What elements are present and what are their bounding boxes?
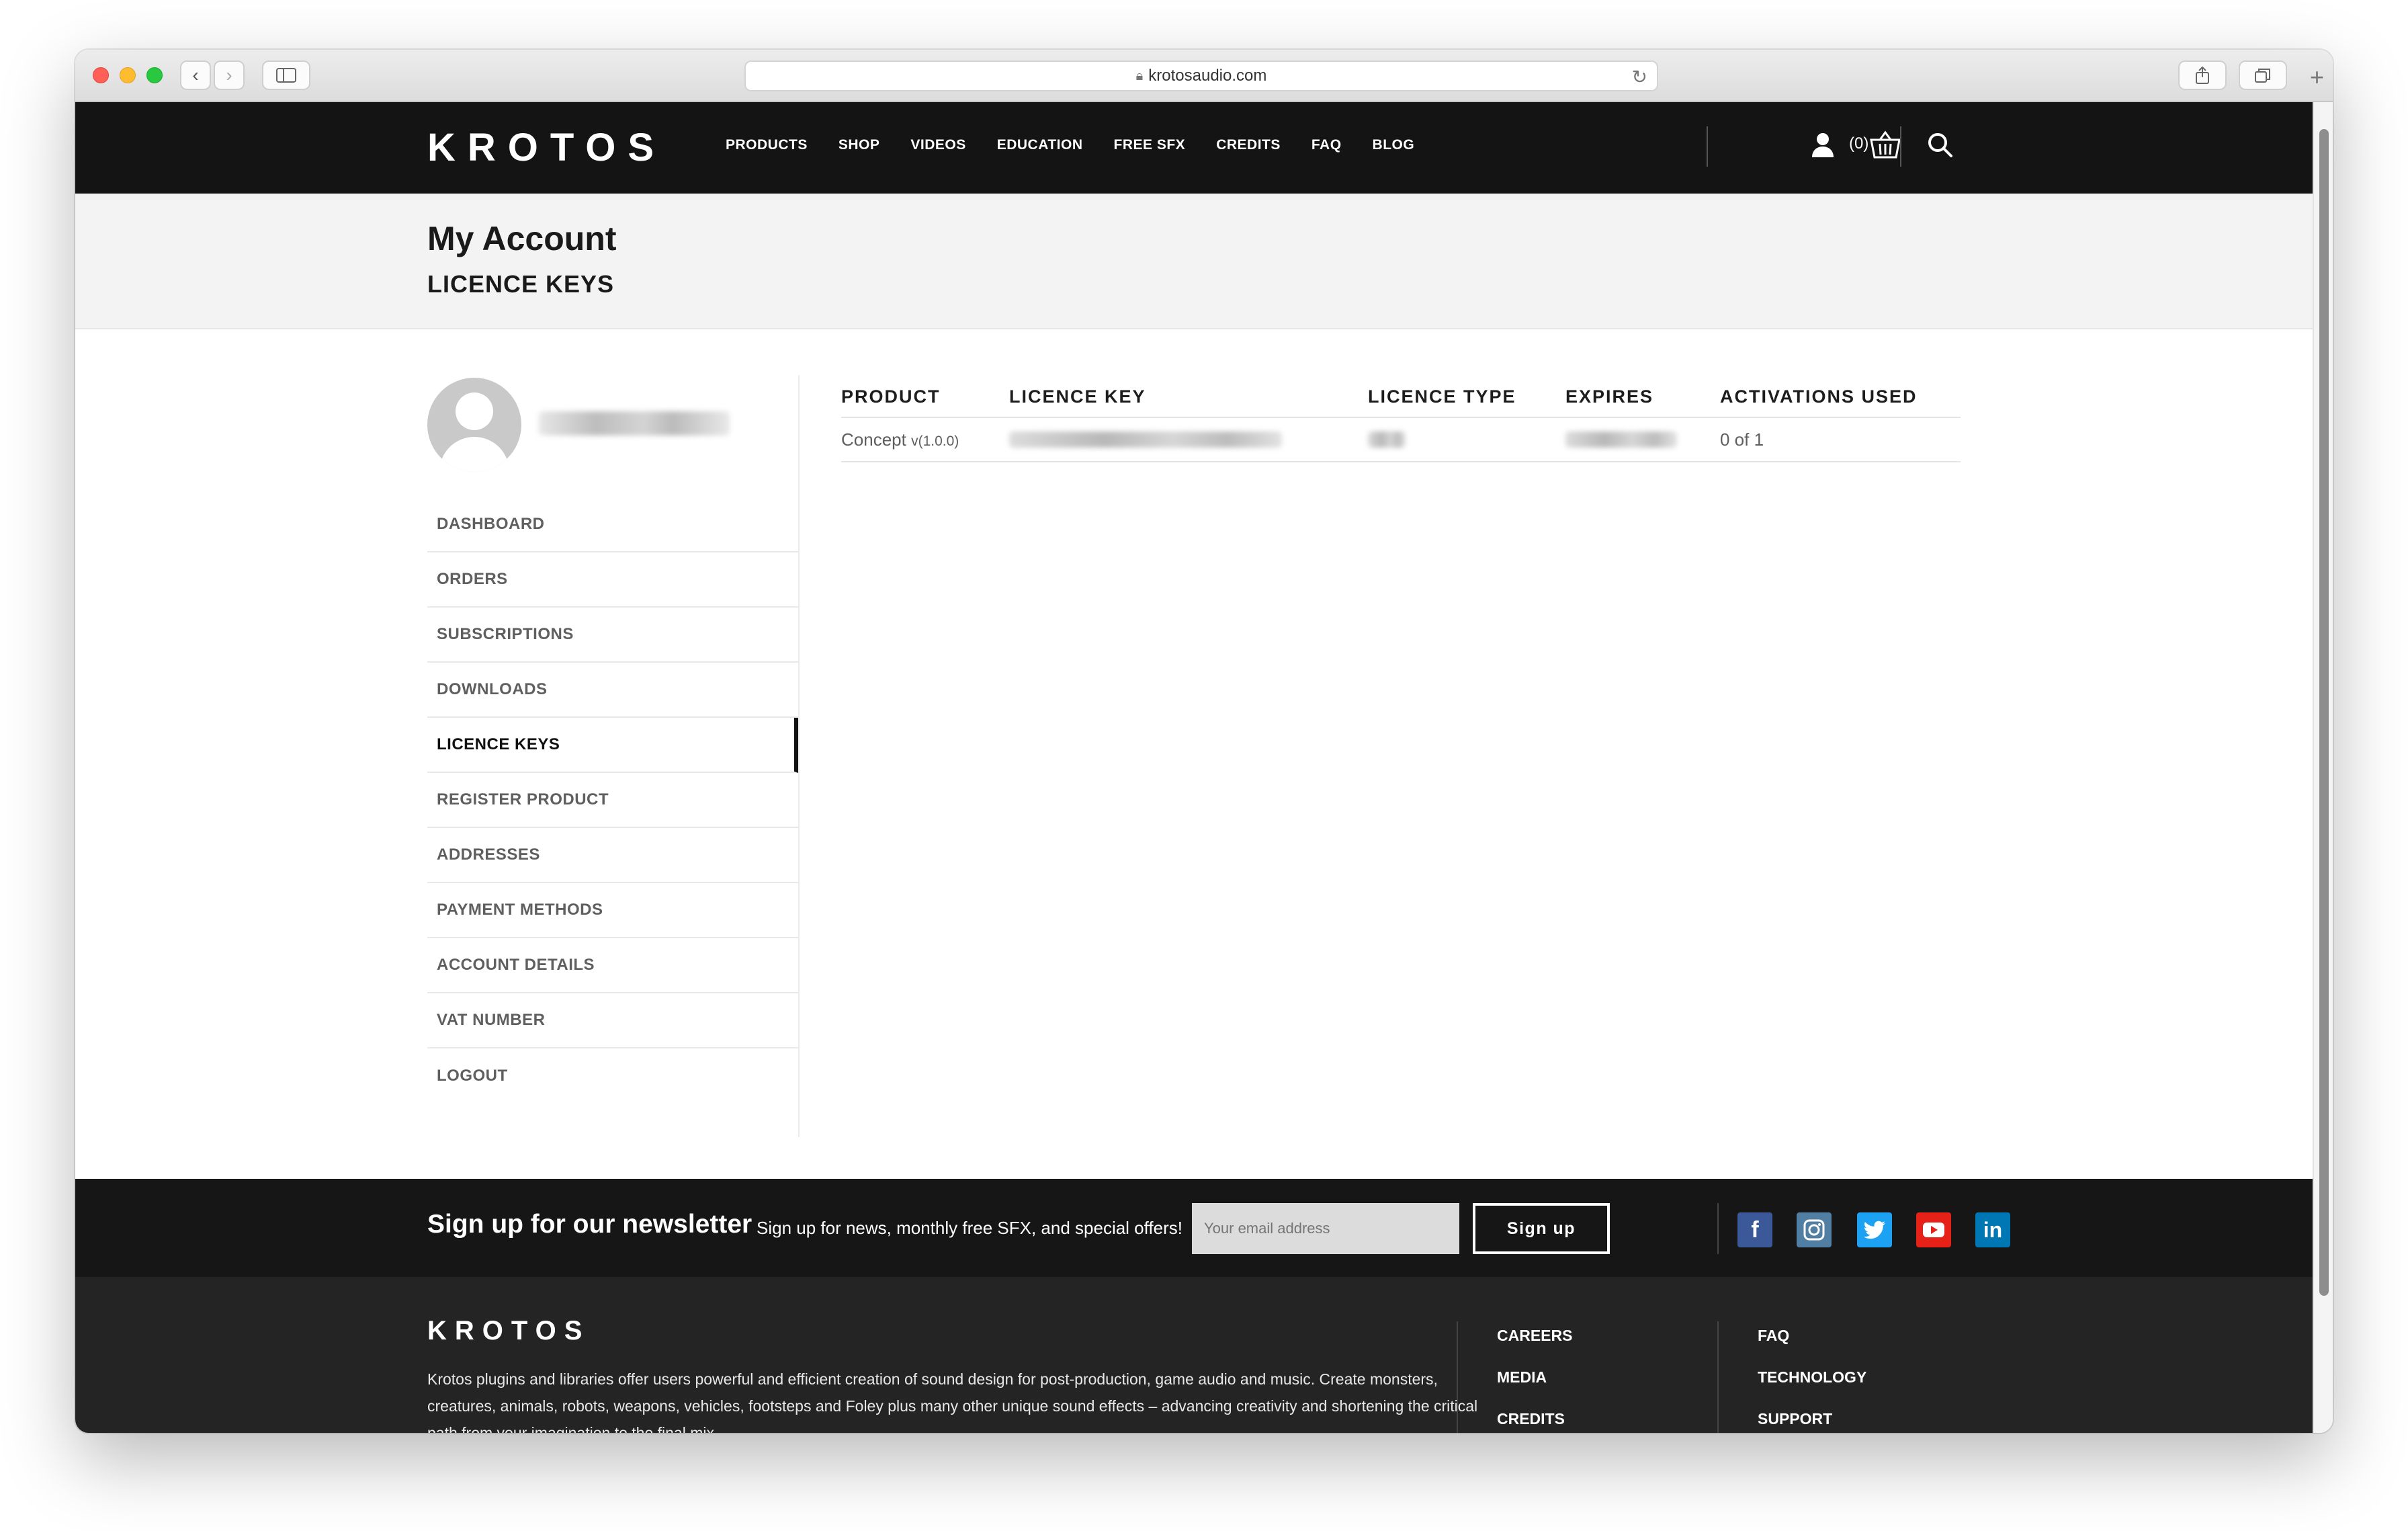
newsletter-subtitle: Sign up for news, monthly free SFX, and …: [757, 1218, 1182, 1238]
scrollbar[interactable]: [2313, 102, 2333, 1433]
expires-redacted: [1565, 431, 1677, 448]
header-expires: EXPIRES: [1565, 386, 1654, 407]
twitter-icon[interactable]: [1857, 1212, 1892, 1247]
footer-logo[interactable]: KROTOS: [427, 1316, 590, 1346]
newsletter-title: Sign up for our newsletter: [427, 1210, 752, 1239]
newsletter-bar: Sign up for our newsletter Sign up for n…: [75, 1179, 2313, 1277]
footer-link-technology[interactable]: TECHNOLOGY: [1758, 1368, 1866, 1387]
header-licence-type: LICENCE TYPE: [1368, 386, 1516, 407]
footer-link-careers[interactable]: CAREERS: [1497, 1327, 1572, 1345]
menu-item-register-product[interactable]: REGISTER PRODUCT: [427, 773, 798, 828]
menu-item-dashboard[interactable]: DASHBOARD: [427, 497, 798, 552]
footer-divider: [1457, 1321, 1458, 1433]
footer-divider: [1717, 1321, 1719, 1433]
address-bar[interactable]: 🔒︎ krotosaudio.com ↻: [744, 60, 1658, 91]
footer-link-faq[interactable]: FAQ: [1758, 1327, 1789, 1345]
cart-count[interactable]: (0): [1849, 134, 1868, 153]
back-button[interactable]: ‹: [180, 60, 211, 90]
page-subtitle: LICENCE KEYS: [427, 270, 615, 298]
menu-item-downloads[interactable]: DOWNLOADS: [427, 663, 798, 718]
menu-item-addresses[interactable]: ADDRESSES: [427, 828, 798, 883]
page-title-band: My Account LICENCE KEYS: [75, 194, 2313, 329]
plus-icon[interactable]: +: [2310, 63, 2324, 91]
krotos-logo[interactable]: KROTOS: [427, 128, 666, 168]
header-divider: [1707, 126, 1708, 167]
licence-key-redacted: [1009, 431, 1282, 448]
minimize-window-button[interactable]: [120, 67, 136, 83]
menu-item-vat-number[interactable]: VAT NUMBER: [427, 993, 798, 1048]
nav-blog[interactable]: BLOG: [1373, 137, 1415, 153]
url-text: krotosaudio.com: [1148, 67, 1267, 85]
menu-item-subscriptions[interactable]: SUBSCRIPTIONS: [427, 608, 798, 663]
reload-icon[interactable]: ↻: [1632, 66, 1647, 88]
content-divider: [798, 375, 800, 1137]
site-header: KROTOS PRODUCTS SHOP VIDEOS EDUCATION FR…: [75, 102, 2313, 194]
menu-item-payment-methods[interactable]: PAYMENT METHODS: [427, 883, 798, 938]
share-button[interactable]: [2178, 60, 2227, 90]
footer-link-support[interactable]: SUPPORT: [1758, 1410, 1832, 1428]
nav-faq[interactable]: FAQ: [1312, 137, 1342, 153]
site-footer: KROTOS Krotos plugins and libraries offe…: [75, 1277, 2313, 1433]
header-divider: [1900, 126, 1901, 167]
nav-free-sfx[interactable]: FREE SFX: [1114, 137, 1186, 153]
newsletter-email-input[interactable]: [1192, 1203, 1459, 1254]
licence-keys-table: PRODUCT LICENCE KEY LICENCE TYPE EXPIRES…: [841, 376, 1961, 462]
nav-credits[interactable]: CREDITS: [1216, 137, 1281, 153]
user-name-redacted: [539, 411, 730, 436]
nav-shop[interactable]: SHOP: [838, 137, 880, 153]
facebook-icon[interactable]: f: [1737, 1212, 1772, 1247]
nav-products[interactable]: PRODUCTS: [726, 137, 808, 153]
forward-button[interactable]: ›: [214, 60, 245, 90]
table-header: PRODUCT LICENCE KEY LICENCE TYPE EXPIRES…: [841, 376, 1961, 418]
nav-videos[interactable]: VIDEOS: [910, 137, 965, 153]
product-name: Concept: [841, 429, 906, 450]
instagram-icon[interactable]: [1797, 1212, 1832, 1247]
page-title: My Account: [427, 220, 617, 257]
account-menu: DASHBOARD ORDERS SUBSCRIPTIONS DOWNLOADS…: [427, 497, 798, 1104]
menu-item-account-details[interactable]: ACCOUNT DETAILS: [427, 938, 798, 993]
footer-description: Krotos plugins and libraries offer users…: [427, 1370, 1478, 1433]
header-licence-key: LICENCE KEY: [1009, 386, 1146, 407]
search-icon[interactable]: [1927, 132, 1954, 162]
account-icon[interactable]: [1810, 132, 1836, 162]
sidebar-icon: [276, 68, 296, 83]
cell-activations: 0 of 1: [1720, 429, 1764, 450]
avatar: [427, 378, 521, 472]
menu-item-logout[interactable]: LOGOUT: [427, 1048, 798, 1104]
lock-icon: 🔒︎: [1135, 68, 1144, 83]
nav-education[interactable]: EDUCATION: [997, 137, 1083, 153]
cell-licence-type: [1368, 431, 1565, 448]
cell-licence-key: [1009, 431, 1368, 448]
chevron-right-icon: ›: [226, 65, 232, 85]
footer-link-media[interactable]: MEDIA: [1497, 1368, 1547, 1387]
browser-toolbar: ‹ › 🔒︎ krotosaudio.com ↻ +: [75, 50, 2333, 102]
zoom-window-button[interactable]: [146, 67, 163, 83]
menu-item-orders[interactable]: ORDERS: [427, 552, 798, 608]
main-nav: PRODUCTS SHOP VIDEOS EDUCATION FREE SFX …: [726, 137, 1414, 153]
menu-item-licence-keys[interactable]: LICENCE KEYS: [427, 718, 798, 773]
table-row: Concept v(1.0.0) 0 of 1: [841, 418, 1961, 462]
newsletter-divider: [1717, 1203, 1719, 1254]
linkedin-icon[interactable]: in: [1975, 1212, 2010, 1247]
share-icon: [2196, 66, 2209, 84]
tabs-icon: [2255, 69, 2270, 83]
scrollbar-thumb[interactable]: [2319, 129, 2329, 1296]
product-version: v(1.0.0): [911, 433, 959, 449]
cell-expires: [1565, 431, 1720, 448]
close-window-button[interactable]: [93, 67, 109, 83]
chevron-left-icon: ‹: [192, 65, 199, 85]
cart-icon[interactable]: [1869, 130, 1901, 163]
licence-type-redacted: [1368, 431, 1406, 448]
header-product: PRODUCT: [841, 386, 941, 407]
cell-product: Concept v(1.0.0): [841, 429, 1009, 450]
tab-overview-button[interactable]: [2239, 60, 2287, 90]
youtube-icon[interactable]: [1916, 1212, 1951, 1247]
footer-link-credits[interactable]: CREDITS: [1497, 1410, 1565, 1428]
header-activations-used: ACTIVATIONS USED: [1720, 386, 1918, 407]
sidebar-toggle-button[interactable]: [262, 60, 310, 90]
signup-button[interactable]: Sign up: [1473, 1203, 1610, 1254]
browser-window: ‹ › 🔒︎ krotosaudio.com ↻ + KROTOS PRODUC…: [75, 50, 2333, 1433]
